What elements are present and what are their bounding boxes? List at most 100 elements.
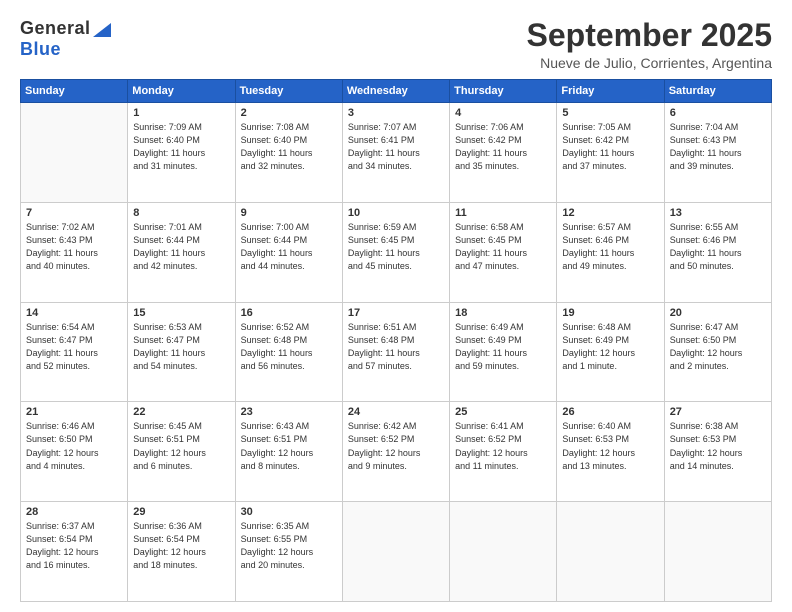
- day-number: 11: [455, 207, 551, 219]
- day-info: Sunrise: 6:48 AM Sunset: 6:49 PM Dayligh…: [562, 321, 658, 373]
- day-number: 5: [562, 107, 658, 119]
- col-sunday: Sunday: [21, 80, 128, 103]
- col-tuesday: Tuesday: [235, 80, 342, 103]
- day-number: 22: [133, 406, 229, 418]
- day-info: Sunrise: 6:40 AM Sunset: 6:53 PM Dayligh…: [562, 420, 658, 472]
- table-row: 13 Sunrise: 6:55 AM Sunset: 6:46 PM Dayli…: [664, 202, 771, 302]
- day-info: Sunrise: 7:01 AM Sunset: 6:44 PM Dayligh…: [133, 221, 229, 273]
- day-info: Sunrise: 6:41 AM Sunset: 6:52 PM Dayligh…: [455, 420, 551, 472]
- title-block: September 2025 Nueve de Julio, Corriente…: [527, 18, 772, 71]
- table-row: [557, 502, 664, 602]
- table-row: 21 Sunrise: 6:46 AM Sunset: 6:50 PM Dayli…: [21, 402, 128, 502]
- table-row: [342, 502, 449, 602]
- day-number: 8: [133, 207, 229, 219]
- col-friday: Friday: [557, 80, 664, 103]
- day-number: 17: [348, 307, 444, 319]
- table-row: 1 Sunrise: 7:09 AM Sunset: 6:40 PM Daylig…: [128, 103, 235, 203]
- table-row: 22 Sunrise: 6:45 AM Sunset: 6:51 PM Dayli…: [128, 402, 235, 502]
- day-number: 3: [348, 107, 444, 119]
- day-info: Sunrise: 7:08 AM Sunset: 6:40 PM Dayligh…: [241, 121, 337, 173]
- day-number: 23: [241, 406, 337, 418]
- table-row: 28 Sunrise: 6:37 AM Sunset: 6:54 PM Dayli…: [21, 502, 128, 602]
- col-thursday: Thursday: [450, 80, 557, 103]
- day-number: 12: [562, 207, 658, 219]
- day-info: Sunrise: 6:42 AM Sunset: 6:52 PM Dayligh…: [348, 420, 444, 472]
- day-info: Sunrise: 7:07 AM Sunset: 6:41 PM Dayligh…: [348, 121, 444, 173]
- day-number: 19: [562, 307, 658, 319]
- col-monday: Monday: [128, 80, 235, 103]
- day-info: Sunrise: 6:49 AM Sunset: 6:49 PM Dayligh…: [455, 321, 551, 373]
- day-info: Sunrise: 7:05 AM Sunset: 6:42 PM Dayligh…: [562, 121, 658, 173]
- page: General Blue September 2025 Nueve de Jul…: [0, 0, 792, 612]
- day-info: Sunrise: 6:46 AM Sunset: 6:50 PM Dayligh…: [26, 420, 122, 472]
- table-row: 24 Sunrise: 6:42 AM Sunset: 6:52 PM Dayli…: [342, 402, 449, 502]
- table-row: [450, 502, 557, 602]
- day-info: Sunrise: 6:47 AM Sunset: 6:50 PM Dayligh…: [670, 321, 766, 373]
- day-info: Sunrise: 6:57 AM Sunset: 6:46 PM Dayligh…: [562, 221, 658, 273]
- logo-arrow-icon: [93, 23, 111, 37]
- month-title: September 2025: [527, 18, 772, 53]
- day-info: Sunrise: 6:43 AM Sunset: 6:51 PM Dayligh…: [241, 420, 337, 472]
- table-row: [21, 103, 128, 203]
- day-number: 24: [348, 406, 444, 418]
- col-wednesday: Wednesday: [342, 80, 449, 103]
- table-row: 5 Sunrise: 7:05 AM Sunset: 6:42 PM Daylig…: [557, 103, 664, 203]
- day-info: Sunrise: 7:09 AM Sunset: 6:40 PM Dayligh…: [133, 121, 229, 173]
- day-info: Sunrise: 6:54 AM Sunset: 6:47 PM Dayligh…: [26, 321, 122, 373]
- day-info: Sunrise: 6:37 AM Sunset: 6:54 PM Dayligh…: [26, 520, 122, 572]
- day-number: 2: [241, 107, 337, 119]
- day-info: Sunrise: 6:36 AM Sunset: 6:54 PM Dayligh…: [133, 520, 229, 572]
- day-info: Sunrise: 7:02 AM Sunset: 6:43 PM Dayligh…: [26, 221, 122, 273]
- table-row: 20 Sunrise: 6:47 AM Sunset: 6:50 PM Dayli…: [664, 302, 771, 402]
- day-info: Sunrise: 6:38 AM Sunset: 6:53 PM Dayligh…: [670, 420, 766, 472]
- day-info: Sunrise: 7:00 AM Sunset: 6:44 PM Dayligh…: [241, 221, 337, 273]
- calendar-header-row: Sunday Monday Tuesday Wednesday Thursday…: [21, 80, 772, 103]
- day-number: 15: [133, 307, 229, 319]
- day-info: Sunrise: 6:35 AM Sunset: 6:55 PM Dayligh…: [241, 520, 337, 572]
- day-number: 6: [670, 107, 766, 119]
- table-row: 23 Sunrise: 6:43 AM Sunset: 6:51 PM Dayli…: [235, 402, 342, 502]
- table-row: 12 Sunrise: 6:57 AM Sunset: 6:46 PM Dayli…: [557, 202, 664, 302]
- day-info: Sunrise: 6:55 AM Sunset: 6:46 PM Dayligh…: [670, 221, 766, 273]
- table-row: 18 Sunrise: 6:49 AM Sunset: 6:49 PM Dayli…: [450, 302, 557, 402]
- day-number: 25: [455, 406, 551, 418]
- day-number: 30: [241, 506, 337, 518]
- table-row: 30 Sunrise: 6:35 AM Sunset: 6:55 PM Dayli…: [235, 502, 342, 602]
- table-row: 8 Sunrise: 7:01 AM Sunset: 6:44 PM Daylig…: [128, 202, 235, 302]
- day-info: Sunrise: 6:58 AM Sunset: 6:45 PM Dayligh…: [455, 221, 551, 273]
- table-row: 19 Sunrise: 6:48 AM Sunset: 6:49 PM Dayli…: [557, 302, 664, 402]
- day-number: 18: [455, 307, 551, 319]
- day-number: 20: [670, 307, 766, 319]
- header: General Blue September 2025 Nueve de Jul…: [20, 18, 772, 71]
- table-row: [664, 502, 771, 602]
- table-row: 4Sunrise: 7:06 AM Sunset: 6:42 PM Daylig…: [450, 103, 557, 203]
- day-number: 9: [241, 207, 337, 219]
- day-number: 28: [26, 506, 122, 518]
- day-info: Sunrise: 6:45 AM Sunset: 6:51 PM Dayligh…: [133, 420, 229, 472]
- day-info: Sunrise: 6:51 AM Sunset: 6:48 PM Dayligh…: [348, 321, 444, 373]
- day-info: Sunrise: 6:52 AM Sunset: 6:48 PM Dayligh…: [241, 321, 337, 373]
- table-row: 17 Sunrise: 6:51 AM Sunset: 6:48 PM Dayli…: [342, 302, 449, 402]
- table-row: 6 Sunrise: 7:04 AM Sunset: 6:43 PM Daylig…: [664, 103, 771, 203]
- day-number: 7: [26, 207, 122, 219]
- day-info: Sunrise: 6:59 AM Sunset: 6:45 PM Dayligh…: [348, 221, 444, 273]
- day-number: 14: [26, 307, 122, 319]
- table-row: 10 Sunrise: 6:59 AM Sunset: 6:45 PM Dayli…: [342, 202, 449, 302]
- table-row: 16Sunrise: 6:52 AM Sunset: 6:48 PM Dayli…: [235, 302, 342, 402]
- day-info: Sunrise: 7:04 AM Sunset: 6:43 PM Dayligh…: [670, 121, 766, 173]
- table-row: 27Sunrise: 6:38 AM Sunset: 6:53 PM Dayli…: [664, 402, 771, 502]
- day-info: Sunrise: 6:53 AM Sunset: 6:47 PM Dayligh…: [133, 321, 229, 373]
- day-number: 29: [133, 506, 229, 518]
- day-number: 10: [348, 207, 444, 219]
- day-info: Sunrise: 7:06 AM Sunset: 6:42 PM Dayligh…: [455, 121, 551, 173]
- col-saturday: Saturday: [664, 80, 771, 103]
- table-row: 15 Sunrise: 6:53 AM Sunset: 6:47 PM Dayli…: [128, 302, 235, 402]
- day-number: 21: [26, 406, 122, 418]
- day-number: 1: [133, 107, 229, 119]
- table-row: 2 Sunrise: 7:08 AM Sunset: 6:40 PM Daylig…: [235, 103, 342, 203]
- logo: General Blue: [20, 18, 111, 60]
- day-number: 13: [670, 207, 766, 219]
- table-row: 11 Sunrise: 6:58 AM Sunset: 6:45 PM Dayli…: [450, 202, 557, 302]
- calendar: Sunday Monday Tuesday Wednesday Thursday…: [20, 79, 772, 602]
- table-row: 7 Sunrise: 7:02 AM Sunset: 6:43 PM Daylig…: [21, 202, 128, 302]
